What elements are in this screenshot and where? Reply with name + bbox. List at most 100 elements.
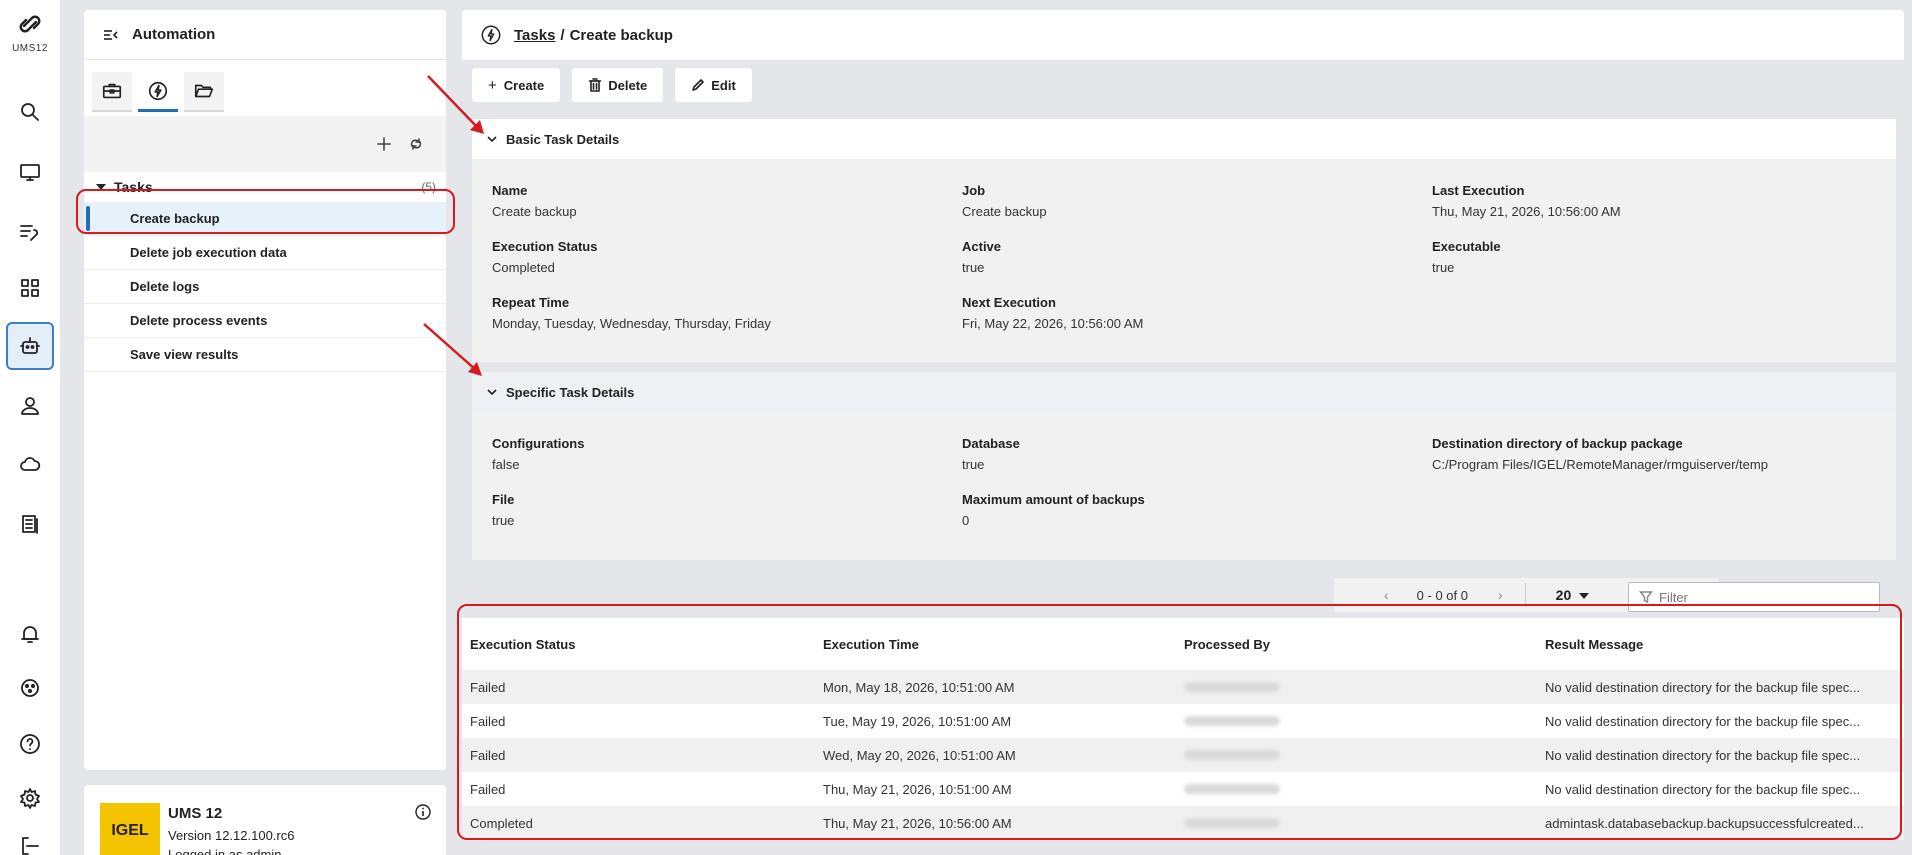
field-label: Active	[962, 239, 1002, 254]
tab-profiles[interactable]	[92, 72, 132, 112]
column-header-execution-time[interactable]: Execution Time	[823, 637, 1184, 652]
next-page-button[interactable]: ›	[1498, 587, 1503, 603]
field-label: Configurations	[492, 436, 585, 451]
create-button[interactable]: + Create	[472, 68, 561, 102]
cloud-icon[interactable]	[6, 440, 54, 488]
tree-item-delete-process-events[interactable]: Delete process events	[84, 304, 446, 338]
field-label: Last Execution	[1432, 183, 1525, 198]
logged-in-user: Logged in as admin	[168, 847, 282, 855]
create-button-label: Create	[503, 77, 545, 93]
robot-icon[interactable]	[6, 322, 54, 370]
product-info-footer: IGEL UMS 12 Version 12.12.100.rc6 Logged…	[84, 785, 446, 855]
cell-message: No valid destination directory for the b…	[1545, 781, 1861, 797]
refresh-icon[interactable]	[406, 134, 426, 154]
field-value: C:/Program Files/IGEL/RemoteManager/rmgu…	[1432, 457, 1768, 472]
field-value: Thu, May 21, 2026, 10:56:00 AM	[1432, 204, 1621, 219]
action-bar: + Create Delete Edit	[472, 68, 764, 102]
cell-status: Failed	[470, 679, 506, 695]
trash-icon	[588, 78, 602, 92]
panel-title: Automation	[132, 26, 216, 43]
basic-task-details-header[interactable]: Basic Task Details	[472, 119, 1896, 159]
document-icon[interactable]	[6, 500, 54, 548]
tree-group-tasks[interactable]: Tasks (5)	[84, 172, 446, 202]
breadcrumb-tasks-link[interactable]: Tasks	[514, 27, 555, 44]
field-label: Execution Status	[492, 239, 598, 254]
configuration-icon[interactable]	[6, 208, 54, 256]
field-last-execution: Last Execution Thu, May 21, 2026, 10:56:…	[1432, 183, 1621, 219]
product-title: UMS 12	[168, 805, 223, 822]
monitor-icon[interactable]	[6, 148, 54, 196]
settings-icon[interactable]	[6, 774, 54, 822]
help-icon[interactable]	[6, 720, 54, 768]
field-maximum-backups: Maximum amount of backups 0	[962, 492, 1145, 528]
cell-status: Failed	[470, 781, 506, 797]
table-row[interactable]: Failed Thu, May 21, 2026, 10:51:00 AM No…	[462, 772, 1904, 806]
prev-page-button[interactable]: ‹	[1384, 587, 1389, 603]
tab-folders[interactable]	[184, 72, 224, 112]
redacted-value	[1184, 783, 1280, 794]
field-value: Completed	[492, 260, 555, 275]
basic-task-details-body: Name Create backup Job Create backup Las…	[472, 159, 1896, 362]
info-icon[interactable]	[414, 803, 432, 821]
field-repeat-time: Repeat Time Monday, Tuesday, Wednesday, …	[492, 295, 771, 331]
bell-icon[interactable]	[6, 610, 54, 658]
tree-item-save-view-results[interactable]: Save view results	[84, 338, 446, 372]
table-row[interactable]: Failed Wed, May 20, 2026, 10:51:00 AM No…	[462, 738, 1904, 772]
logout-icon[interactable]	[6, 828, 54, 855]
table-row[interactable]: Failed Mon, May 18, 2026, 10:51:00 AM No…	[462, 670, 1904, 704]
delete-button[interactable]: Delete	[572, 68, 664, 102]
edit-button[interactable]: Edit	[675, 68, 752, 102]
add-icon[interactable]	[374, 134, 394, 154]
field-value: true	[492, 513, 515, 528]
cell-processed-by	[1184, 680, 1545, 695]
filter-input[interactable]	[1659, 589, 1859, 605]
cell-status: Failed	[470, 747, 506, 763]
search-icon[interactable]	[6, 88, 54, 136]
field-label: Name	[492, 183, 528, 198]
field-value: false	[492, 457, 520, 472]
user-icon[interactable]	[6, 382, 54, 430]
cell-status: Completed	[470, 815, 533, 831]
page-range: 0 - 0 of 0	[1416, 587, 1468, 603]
field-value: Monday, Tuesday, Wednesday, Thursday, Fr…	[492, 316, 771, 331]
field-value: true	[1432, 260, 1455, 275]
apps-icon[interactable]	[6, 264, 54, 312]
igel-logo: IGEL	[100, 803, 160, 855]
table-header: Execution Status Execution Time Processe…	[462, 618, 1904, 670]
cell-time: Tue, May 19, 2026, 10:51:00 AM	[823, 713, 1012, 729]
chevron-down-icon	[487, 389, 497, 396]
network-icon[interactable]	[6, 664, 54, 712]
field-label: Repeat Time	[492, 295, 570, 310]
column-header-processed-by[interactable]: Processed By	[1184, 637, 1545, 652]
tree-item-delete-logs[interactable]: Delete logs	[84, 270, 446, 304]
caret-down-icon	[1579, 593, 1590, 600]
pager-divider	[1524, 583, 1526, 607]
delete-button-label: Delete	[608, 77, 648, 93]
cell-processed-by	[1184, 714, 1545, 729]
field-value: true	[962, 260, 985, 275]
tree-item-create-backup[interactable]: Create backup	[84, 202, 446, 236]
column-header-result-message[interactable]: Result Message	[1545, 637, 1895, 652]
tree-group-count: (5)	[421, 180, 436, 194]
specific-task-details-header[interactable]: Specific Task Details	[472, 372, 1896, 412]
field-label: Job	[962, 183, 986, 198]
filter-field[interactable]	[1628, 582, 1880, 612]
column-header-execution-status[interactable]: Execution Status	[462, 637, 823, 652]
field-active: Active true	[962, 239, 1001, 275]
breadcrumb-current: Create backup	[569, 26, 673, 44]
cell-time: Wed, May 20, 2026, 10:51:00 AM	[823, 747, 1016, 763]
main-content: Tasks / Create backup + Create Delete Ed…	[462, 10, 1904, 855]
collapse-menu-icon[interactable]	[102, 26, 120, 44]
tree-item-delete-job-execution-data[interactable]: Delete job execution data	[84, 236, 446, 270]
field-label: Maximum amount of backups	[962, 492, 1145, 507]
tab-tasks[interactable]	[138, 72, 178, 112]
bolt-icon	[481, 25, 501, 45]
page-size-select[interactable]: 20	[1556, 587, 1590, 603]
cell-status: Failed	[470, 713, 506, 729]
execution-table: Execution Status Execution Time Processe…	[462, 618, 1904, 840]
field-label: Next Execution	[962, 295, 1056, 310]
table-row[interactable]: Completed Thu, May 21, 2026, 10:56:00 AM…	[462, 806, 1904, 840]
specific-task-details-title: Specific Task Details	[506, 384, 635, 400]
field-value: true	[962, 457, 985, 472]
table-row[interactable]: Failed Tue, May 19, 2026, 10:51:00 AM No…	[462, 704, 1904, 738]
